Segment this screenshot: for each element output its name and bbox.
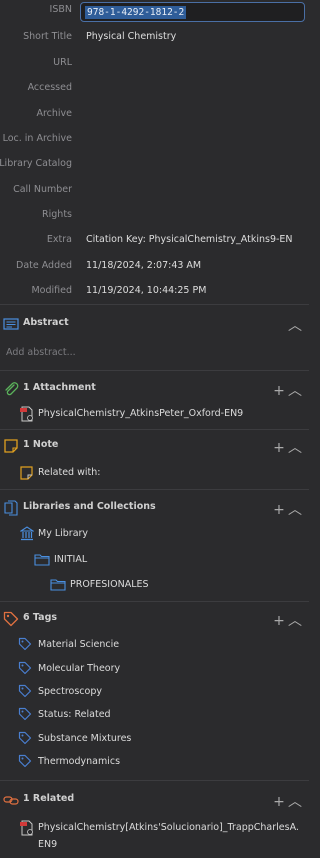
isbn-input[interactable]: 978-1-4292-1812-2 bbox=[80, 2, 305, 22]
field-label: Archive bbox=[36, 108, 72, 119]
attachments-header[interactable]: 1 Attachment + ︿ bbox=[0, 378, 309, 400]
field-value: 11/19/2024, 10:44:25 PM bbox=[86, 285, 207, 296]
field-label: ISBN bbox=[49, 4, 72, 15]
related-name-line2: EN9 bbox=[38, 839, 58, 850]
attachments-actions: + ︿ bbox=[271, 380, 303, 400]
divider bbox=[0, 601, 309, 602]
library-icon bbox=[20, 526, 34, 541]
tags-actions: + ︿ bbox=[271, 610, 303, 630]
notes-actions: + ︿ bbox=[271, 437, 303, 457]
attachments-title: 1 Attachment bbox=[23, 382, 96, 393]
field-value[interactable]: Physical Chemistry bbox=[86, 31, 176, 42]
divider bbox=[0, 780, 309, 781]
tag-label: Status: Related bbox=[38, 709, 111, 720]
collapse-icon[interactable]: ︿ bbox=[287, 380, 303, 400]
related-link-icon bbox=[3, 796, 19, 805]
field-label: Extra bbox=[46, 234, 72, 245]
field-short-title[interactable]: Short Title Physical Chemistry bbox=[0, 29, 309, 47]
abstract-actions: ︿ bbox=[287, 315, 303, 335]
add-related-icon[interactable]: + bbox=[271, 794, 287, 810]
field-accessed[interactable]: Accessed bbox=[0, 80, 309, 98]
field-label: Rights bbox=[42, 209, 72, 220]
isbn-value: 978-1-4292-1812-2 bbox=[85, 6, 187, 19]
collapse-icon[interactable]: ︿ bbox=[287, 610, 303, 630]
library-collection-icon bbox=[4, 500, 18, 516]
paperclip-icon bbox=[5, 382, 19, 396]
field-url[interactable]: URL bbox=[0, 55, 309, 73]
field-archive[interactable]: Archive bbox=[0, 106, 309, 124]
add-note-icon[interactable]: + bbox=[271, 440, 287, 456]
field-value: 11/18/2024, 2:07:43 AM bbox=[86, 260, 202, 271]
note-icon bbox=[4, 439, 18, 453]
tag-label: Material Sciencie bbox=[38, 639, 120, 650]
field-label: Call Number bbox=[13, 184, 72, 195]
field-extra[interactable]: Extra Citation Key: PhysicalChemistry_At… bbox=[0, 232, 309, 250]
field-label: Loc. in Archive bbox=[2, 133, 72, 144]
field-label: Short Title bbox=[23, 31, 72, 42]
libraries-header[interactable]: Libraries and Collections + ︿ bbox=[0, 497, 309, 519]
tag-item-icon bbox=[18, 754, 32, 768]
field-date-added: Date Added 11/18/2024, 2:07:43 AM bbox=[0, 258, 309, 276]
field-modified: Modified 11/19/2024, 10:44:25 PM bbox=[0, 283, 309, 301]
tag-icon bbox=[3, 611, 19, 627]
tag-item-icon bbox=[18, 707, 32, 721]
field-rights[interactable]: Rights bbox=[0, 207, 309, 225]
divider bbox=[0, 489, 309, 490]
pdf-file-icon bbox=[20, 406, 33, 422]
library-name: My Library bbox=[38, 528, 89, 539]
abstract-title: Abstract bbox=[23, 317, 69, 328]
field-loc-in-archive[interactable]: Loc. in Archive bbox=[0, 131, 309, 149]
related-title: 1 Related bbox=[23, 793, 75, 804]
tag-label: Thermodynamics bbox=[38, 756, 121, 767]
libraries-title: Libraries and Collections bbox=[23, 501, 156, 512]
field-label: Accessed bbox=[27, 82, 72, 93]
tag-item-icon bbox=[18, 661, 32, 675]
field-label: Modified bbox=[31, 285, 72, 296]
add-attachment-icon[interactable]: + bbox=[271, 383, 287, 399]
collapse-icon[interactable]: ︿ bbox=[287, 791, 303, 811]
divider bbox=[0, 370, 309, 371]
add-to-collection-icon[interactable]: + bbox=[271, 502, 287, 518]
field-label: Date Added bbox=[16, 260, 72, 271]
tags-header[interactable]: 6 Tags + ︿ bbox=[0, 608, 309, 630]
collapse-icon[interactable]: ︿ bbox=[287, 315, 303, 335]
related-header[interactable]: 1 Related + ︿ bbox=[0, 789, 309, 811]
note-item-icon bbox=[20, 466, 33, 480]
field-isbn: ISBN 978-1-4292-1812-2 bbox=[0, 2, 309, 22]
collection-name: INITIAL bbox=[54, 554, 88, 565]
related-name-line1: PhysicalChemistry[Atkins'Solucionario]_T… bbox=[38, 822, 299, 833]
field-label: Library Catalog bbox=[0, 158, 72, 169]
add-tag-icon[interactable]: + bbox=[271, 613, 287, 629]
field-value[interactable]: Citation Key: PhysicalChemistry_Atkins9-… bbox=[86, 234, 293, 245]
folder-icon bbox=[50, 579, 66, 591]
collapse-icon[interactable]: ︿ bbox=[287, 499, 303, 519]
tag-item-icon bbox=[18, 731, 32, 745]
field-call-number[interactable]: Call Number bbox=[0, 182, 309, 200]
divider bbox=[0, 429, 309, 430]
subcollection-name: PROFESIONALES bbox=[70, 579, 149, 590]
related-actions: + ︿ bbox=[271, 791, 303, 811]
pdf-file-icon bbox=[20, 820, 33, 836]
field-library-catalog[interactable]: Library Catalog bbox=[0, 156, 309, 174]
tag-item-icon bbox=[18, 637, 32, 651]
abstract-placeholder: Add abstract... bbox=[6, 347, 76, 358]
folder-icon bbox=[34, 554, 50, 566]
collapse-icon[interactable]: ︿ bbox=[287, 437, 303, 457]
tag-item-icon bbox=[18, 684, 32, 698]
tag-label: Molecular Theory bbox=[38, 663, 121, 674]
notes-header[interactable]: 1 Note + ︿ bbox=[0, 435, 309, 457]
libraries-actions: + ︿ bbox=[271, 499, 303, 519]
abstract-header[interactable]: Abstract ︿ bbox=[0, 313, 309, 335]
tag-label: Substance Mixtures bbox=[38, 733, 132, 744]
tag-label: Spectroscopy bbox=[38, 686, 102, 697]
attachment-name: PhysicalChemistry_AtkinsPeter_Oxford-EN9 bbox=[38, 408, 244, 419]
abstract-icon bbox=[3, 318, 19, 330]
divider bbox=[0, 304, 309, 305]
tags-title: 6 Tags bbox=[23, 612, 58, 623]
note-text: Related with: bbox=[38, 467, 101, 478]
field-label: URL bbox=[53, 57, 72, 68]
notes-title: 1 Note bbox=[23, 439, 59, 450]
